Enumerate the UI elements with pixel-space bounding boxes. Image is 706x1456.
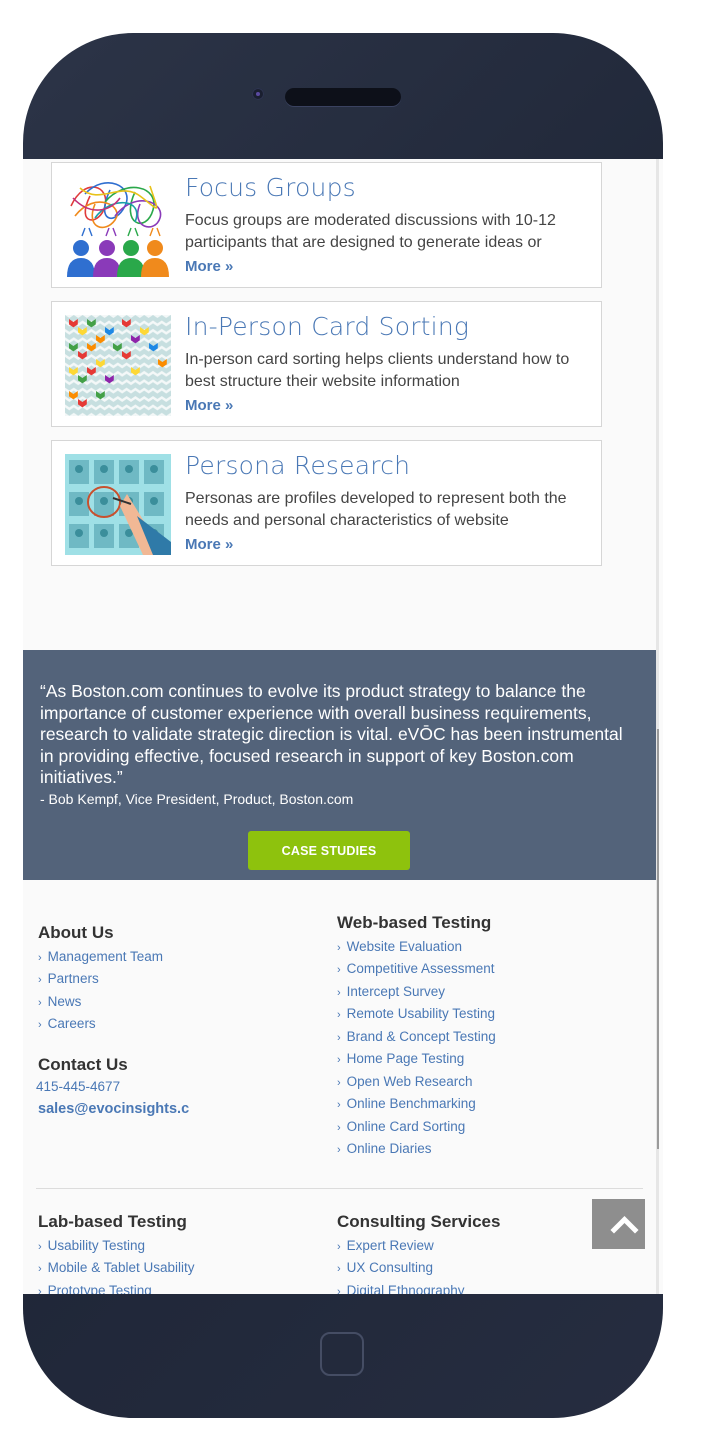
card-title: In-Person Card Sorting bbox=[185, 312, 470, 341]
footer-link-mobile-tablet-usability[interactable]: › Mobile & Tablet Usability bbox=[38, 1260, 195, 1275]
chevron-right-icon: › bbox=[337, 1009, 341, 1021]
more-link[interactable]: More » bbox=[185, 536, 233, 553]
more-link[interactable]: More » bbox=[185, 258, 233, 275]
footer-link-label: Mobile & Tablet Usability bbox=[47, 1260, 195, 1275]
footer-heading-lab-testing: Lab-based Testing bbox=[38, 1212, 187, 1231]
scrollbar-thumb[interactable] bbox=[657, 729, 659, 1149]
footer-link-website-evaluation[interactable]: › Website Evaluation bbox=[337, 939, 462, 954]
footer-link-management-team[interactable]: › Management Team bbox=[38, 949, 163, 964]
footer-link-online-benchmarking[interactable]: › Online Benchmarking bbox=[337, 1096, 476, 1111]
footer-link-label: Remote Usability Testing bbox=[346, 1006, 495, 1021]
footer-link-label: Competitive Assessment bbox=[346, 961, 495, 976]
footer-heading-web-testing: Web-based Testing bbox=[337, 913, 492, 932]
chevron-right-icon: › bbox=[337, 1032, 341, 1044]
footer-link-digital-ethnography[interactable]: › Digital Ethnography bbox=[337, 1283, 465, 1294]
chevron-right-icon: › bbox=[337, 1286, 341, 1294]
chevron-right-icon: › bbox=[38, 974, 42, 986]
chevron-right-icon: › bbox=[337, 1099, 341, 1111]
testimonial-author: - Bob Kempf, Vice President, Product, Bo… bbox=[40, 791, 354, 807]
footer-heading-contact: Contact Us bbox=[38, 1055, 128, 1074]
card-sorting-illustration bbox=[65, 315, 171, 416]
chevron-right-icon: › bbox=[337, 1054, 341, 1066]
focus-groups-illustration bbox=[65, 176, 171, 277]
footer-divider bbox=[36, 1188, 643, 1189]
footer-link-label: Online Card Sorting bbox=[346, 1119, 466, 1134]
footer-link-label: News bbox=[47, 994, 82, 1009]
contact-phone[interactable]: 415-445-4677 bbox=[36, 1079, 120, 1094]
chevron-right-icon: › bbox=[38, 1286, 42, 1294]
card-title: Focus Groups bbox=[185, 173, 356, 202]
footer-link-label: Home Page Testing bbox=[346, 1051, 465, 1066]
chevron-right-icon: › bbox=[38, 952, 42, 964]
footer-link-label: Intercept Survey bbox=[346, 984, 445, 999]
footer-link-label: Website Evaluation bbox=[346, 939, 462, 954]
footer-link-partners[interactable]: › Partners bbox=[38, 971, 99, 986]
footer-link-label: Open Web Research bbox=[346, 1074, 473, 1089]
footer-link-label: Usability Testing bbox=[47, 1238, 145, 1253]
footer-link-brand-concept-testing[interactable]: › Brand & Concept Testing bbox=[337, 1029, 496, 1044]
footer-link-expert-review[interactable]: › Expert Review bbox=[337, 1238, 434, 1253]
front-camera bbox=[252, 88, 264, 100]
chevron-right-icon: › bbox=[337, 1263, 341, 1275]
service-card-card-sorting: In-Person Card Sorting In-person card so… bbox=[51, 301, 602, 427]
chevron-right-icon: › bbox=[38, 1019, 42, 1031]
footer-link-label: Expert Review bbox=[346, 1238, 434, 1253]
chevron-right-icon: › bbox=[337, 1144, 341, 1156]
footer-link-open-web-research[interactable]: › Open Web Research bbox=[337, 1074, 473, 1089]
chevron-right-icon: › bbox=[38, 1241, 42, 1253]
footer-link-news[interactable]: › News bbox=[38, 994, 81, 1009]
contact-email[interactable]: sales@evocinsights.c bbox=[38, 1101, 203, 1117]
footer-link-careers[interactable]: › Careers bbox=[38, 1016, 96, 1031]
chevron-right-icon: › bbox=[337, 987, 341, 999]
card-title: Persona Research bbox=[185, 451, 411, 480]
footer-link-competitive-assessment[interactable]: › Competitive Assessment bbox=[337, 961, 494, 976]
service-card-persona-research: Persona Research Personas are profiles d… bbox=[51, 440, 602, 566]
case-studies-button[interactable]: CASE STUDIES bbox=[248, 831, 410, 870]
testimonial-quote: “As Boston.com continues to evolve its p… bbox=[40, 681, 623, 787]
card-description: In-person card sorting helps clients und… bbox=[185, 351, 570, 390]
chevron-right-icon: › bbox=[337, 964, 341, 976]
chevron-right-icon: › bbox=[337, 1077, 341, 1089]
footer-link-online-card-sorting[interactable]: › Online Card Sorting bbox=[337, 1119, 465, 1134]
footer-link-ux-consulting[interactable]: › UX Consulting bbox=[337, 1260, 433, 1275]
more-link[interactable]: More » bbox=[185, 397, 233, 414]
footer-link-label: Brand & Concept Testing bbox=[346, 1029, 496, 1044]
footer-link-prototype-testing[interactable]: › Prototype Testing bbox=[38, 1283, 152, 1294]
chevron-up-icon bbox=[610, 1215, 639, 1234]
footer-heading-about: About Us bbox=[38, 923, 114, 942]
footer-link-label: Careers bbox=[47, 1016, 96, 1031]
card-description: Personas are profiles developed to repre… bbox=[185, 490, 567, 529]
chevron-right-icon: › bbox=[337, 1241, 341, 1253]
testimonial-section: “As Boston.com continues to evolve its p… bbox=[23, 650, 656, 880]
service-card-focus-groups: Focus Groups Focus groups are moderated … bbox=[51, 162, 602, 288]
footer-link-label: Management Team bbox=[47, 949, 163, 964]
footer-link-label: Prototype Testing bbox=[47, 1283, 152, 1294]
home-button[interactable] bbox=[320, 1332, 364, 1376]
speaker-grill bbox=[285, 88, 401, 106]
footer-link-usability-testing[interactable]: › Usability Testing bbox=[38, 1238, 145, 1253]
card-description: Focus groups are moderated discussions w… bbox=[185, 212, 556, 251]
footer-link-label: Digital Ethnography bbox=[346, 1283, 465, 1294]
footer-link-label: Online Diaries bbox=[346, 1141, 432, 1156]
chevron-right-icon: › bbox=[38, 1263, 42, 1275]
phone-screen: Focus Groups Focus groups are moderated … bbox=[23, 159, 663, 1294]
footer-link-label: Partners bbox=[47, 971, 99, 986]
footer-link-label: UX Consulting bbox=[346, 1260, 433, 1275]
footer-link-label: Online Benchmarking bbox=[346, 1096, 476, 1111]
chevron-right-icon: › bbox=[337, 1122, 341, 1134]
footer-link-home-page-testing[interactable]: › Home Page Testing bbox=[337, 1051, 464, 1066]
footer-link-intercept-survey[interactable]: › Intercept Survey bbox=[337, 984, 445, 999]
back-to-top-button[interactable] bbox=[592, 1199, 645, 1249]
persona-research-illustration bbox=[65, 454, 171, 555]
footer-link-online-diaries[interactable]: › Online Diaries bbox=[337, 1141, 431, 1156]
chevron-right-icon: › bbox=[337, 942, 341, 954]
footer-link-remote-usability-testing[interactable]: › Remote Usability Testing bbox=[337, 1006, 495, 1021]
chevron-right-icon: › bbox=[38, 997, 42, 1009]
footer-heading-consulting: Consulting Services bbox=[337, 1212, 501, 1231]
